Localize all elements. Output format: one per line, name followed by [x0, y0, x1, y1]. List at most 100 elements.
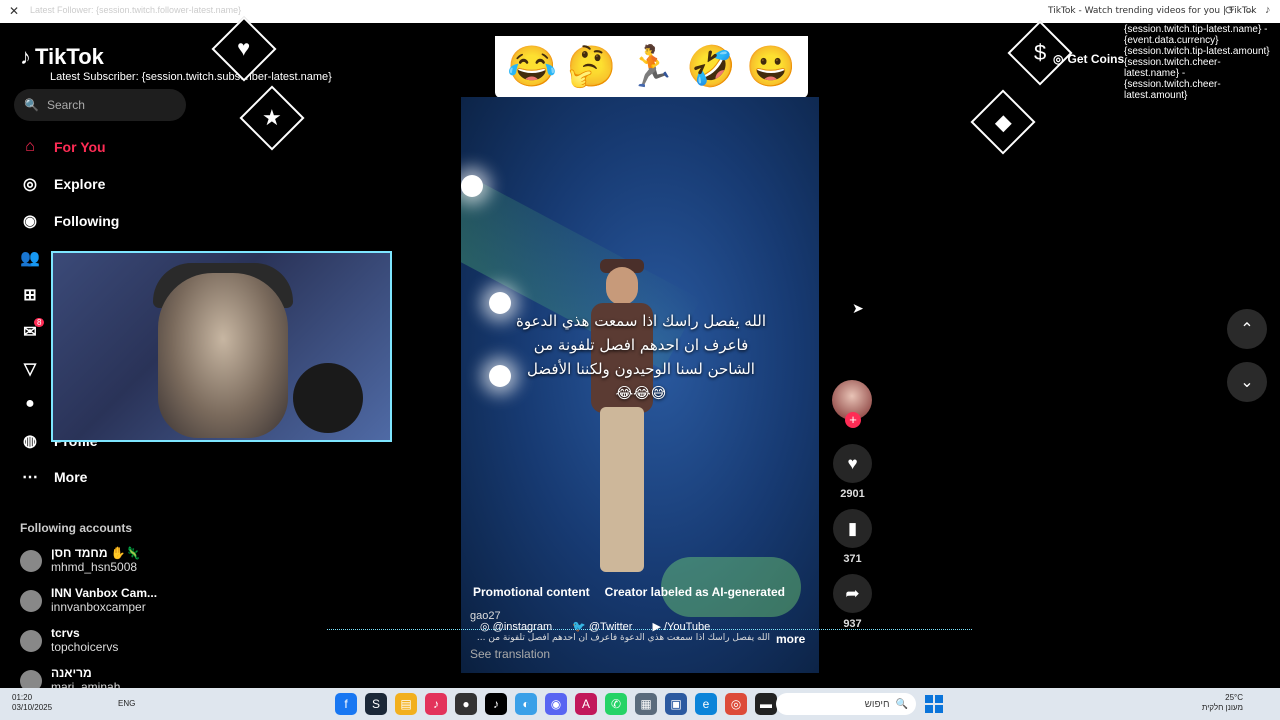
get-coins-label: Get Coins	[1067, 52, 1125, 66]
weather-widget[interactable]: 25°C מעונן חלקית	[1195, 693, 1243, 713]
chrome-icon[interactable]: ◎	[725, 693, 747, 715]
files-icon[interactable]: ▣	[665, 693, 687, 715]
twitter-label: @Twitter	[588, 621, 633, 633]
caption-line: الله يفصل راسك اذا سمعت هذي الدعوة	[515, 312, 767, 330]
clock-date: 03/10/2025	[12, 703, 53, 712]
sidebar-item-activity[interactable]: ▽	[20, 359, 40, 379]
facebook-icon[interactable]: f	[335, 693, 357, 715]
close-icon[interactable]: ✕	[9, 4, 19, 18]
promo-label: Promotional content	[473, 585, 590, 599]
heart-icon: ♥	[237, 36, 251, 61]
chevron-down-icon: ⌄	[1240, 374, 1254, 391]
avatar	[20, 589, 42, 612]
steam-icon[interactable]: S	[365, 693, 387, 715]
windows-start-icon[interactable]	[925, 695, 943, 713]
sidebar-item-live[interactable]: ●	[20, 394, 40, 414]
share-icon: ➦	[845, 583, 860, 603]
sidebar-item-upload[interactable]: ⊞	[20, 285, 40, 305]
sidebar-item-for-you[interactable]: ⌂ For You	[20, 137, 106, 157]
social-links: ◎ @instagram 🐦 @Twitter ▶ /YouTube	[480, 620, 710, 633]
edge-icon[interactable]: e	[695, 693, 717, 715]
acrobat-icon[interactable]: A	[575, 693, 597, 715]
heart-icon: ♥	[847, 453, 858, 473]
avatar	[20, 549, 42, 572]
account-handle: innvanboxcamper	[51, 600, 146, 614]
overlay-subscriber-text: Latest Subscriber: {session.twitch.subsc…	[50, 71, 332, 83]
youtube-link[interactable]: ▶ /YouTube	[652, 620, 710, 633]
next-video-button[interactable]: ⌄	[1227, 362, 1267, 402]
profile-icon: ◍	[23, 433, 37, 450]
sidebar-item-label: For You	[54, 139, 106, 155]
instagram-link[interactable]: ◎ @instagram	[480, 620, 552, 633]
live-icon: ●	[25, 395, 35, 412]
performer-head	[606, 267, 638, 305]
weather-temp: 25°C	[1225, 693, 1243, 702]
activity-icon: ▽	[23, 361, 37, 378]
reload-icon[interactable]: ⟳	[1225, 4, 1234, 17]
emoji-banner: 😂 🤔 🏃 🤣 😀	[495, 36, 808, 98]
tiktok-favicon-icon: ♪	[1265, 4, 1271, 16]
whatsapp-icon[interactable]: ✆	[605, 693, 627, 715]
account-item[interactable]: tcrvs topchoicervs	[20, 627, 118, 654]
account-handle: topchoicervs	[51, 640, 119, 654]
obs-icon[interactable]: ●	[455, 693, 477, 715]
tiktok-note-icon: ♪	[20, 44, 31, 69]
search-placeholder: Search	[46, 98, 85, 112]
tiktok-logo[interactable]: ♪ TikTok	[20, 44, 104, 70]
language-indicator[interactable]: ENG	[118, 699, 135, 708]
account-name: מריאנה	[51, 666, 92, 680]
video-player[interactable]: الله يفصل راسك اذا سمعت هذي الدعوة فاعرف…	[461, 97, 819, 673]
like-button[interactable]: ♥	[833, 444, 872, 483]
mouse-cursor-icon: ➤	[852, 300, 864, 316]
account-handle: mhmd_hsn5008	[51, 560, 138, 574]
stage-light	[489, 292, 511, 314]
instagram-label: @instagram	[492, 621, 553, 633]
sidebar-item-friends[interactable]: 👥	[20, 248, 40, 268]
like-count: 2901	[840, 488, 865, 500]
follow-plus-icon[interactable]: +	[845, 412, 861, 428]
tiktok-app-icon[interactable]: ♪	[425, 693, 447, 715]
avatar	[20, 629, 42, 652]
twitter-link[interactable]: 🐦 @Twitter	[572, 620, 632, 633]
calculator-icon[interactable]: ▦	[635, 693, 657, 715]
taskbar-apps: f S ▤ ♪ ● ♪ ◐ ◉ A ✆ ▦ ▣ e ◎ ▬	[335, 693, 777, 715]
stage-light	[461, 175, 483, 197]
folder-icon[interactable]: ▤	[395, 693, 417, 715]
sidebar-item-following[interactable]: ◉ Following	[20, 211, 119, 231]
save-count: 371	[843, 553, 862, 565]
webcam-face	[158, 273, 288, 438]
discord-icon[interactable]: ◉	[545, 693, 567, 715]
terminal-icon[interactable]: ▬	[755, 693, 777, 715]
account-name: מחמד חסן ✋🦎	[51, 546, 141, 560]
upload-icon: ⊞	[23, 287, 37, 304]
taskbar-clock[interactable]: 01:20 03/10/2025	[12, 693, 52, 713]
weather-desc: מעונן חלקית	[1201, 703, 1243, 712]
see-translation-link[interactable]: See translation	[470, 647, 550, 661]
home-icon: ⌂	[25, 138, 35, 155]
overlay-tip-text: {session.twitch.tip-latest.name} - {even…	[1124, 24, 1270, 101]
get-coins-button[interactable]: ◎ Get Coins	[1053, 52, 1124, 66]
account-item[interactable]: מחמד חסן ✋🦎 mhmd_hsn5008	[20, 547, 141, 574]
share-button[interactable]: ➦	[833, 574, 872, 613]
following-accounts-title: Following accounts	[20, 521, 133, 535]
forward-icon[interactable]: →	[1245, 4, 1256, 16]
logo-text: TikTok	[35, 44, 104, 69]
app-icon[interactable]: ◐	[515, 693, 537, 715]
search-input[interactable]: 🔍 Search	[14, 89, 186, 121]
more-link[interactable]: more	[776, 632, 805, 646]
coin-icon: ◎	[1053, 52, 1064, 66]
taskbar-search[interactable]: חיפוש 🔍	[776, 693, 916, 715]
account-item[interactable]: INN Vanbox Cam... innvanboxcamper	[20, 587, 157, 614]
sidebar-item-explore[interactable]: ◎ Explore	[20, 174, 105, 194]
save-button[interactable]: ▮	[833, 509, 872, 548]
search-label: חיפוש	[864, 698, 890, 710]
sidebar-item-label: Explore	[54, 176, 106, 192]
webcam-overlay	[51, 251, 392, 442]
more-icon: ⋯	[22, 469, 38, 486]
sidebar-item-label: More	[54, 469, 88, 485]
previous-video-button[interactable]: ⌃	[1227, 309, 1267, 349]
tiktok-icon[interactable]: ♪	[485, 693, 507, 715]
account-name: tcrvs	[51, 626, 80, 640]
browser-top-bar: ✕ Latest Follower: {session.twitch.follo…	[0, 0, 1280, 23]
sidebar-item-more[interactable]: ⋯ More	[20, 467, 87, 487]
